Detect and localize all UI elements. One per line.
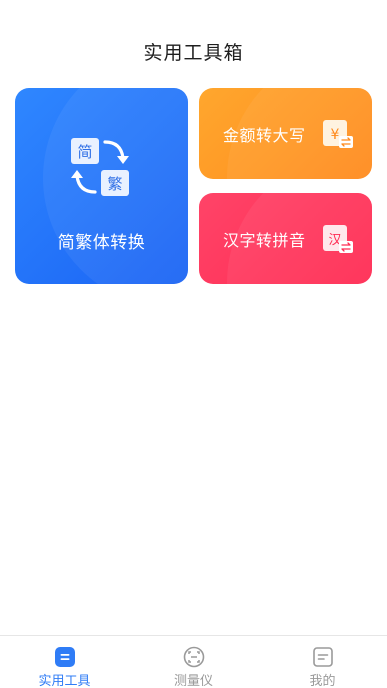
amount-uppercase-card[interactable]: 金额转大写 ¥ xyxy=(199,88,372,179)
tab-measure-label: 测量仪 xyxy=(173,674,213,688)
yen-convert-icon: ¥ xyxy=(323,120,353,148)
measure-icon xyxy=(183,646,205,668)
tab-measure[interactable]: 测量仪 xyxy=(129,636,258,688)
app-screen: 实用工具箱 简 繁 简繁体转换 金额转大写 ¥ 汉字转拼音 汉 实用工具 测量仪… xyxy=(0,0,387,688)
simplified-traditional-icon: 简 繁 xyxy=(71,138,129,196)
toolbox-icon xyxy=(55,647,75,667)
chinese-pinyin-card[interactable]: 汉字转拼音 汉 xyxy=(199,193,372,284)
simplified-traditional-label: 简繁体转换 xyxy=(57,233,146,253)
tab-tools[interactable]: 实用工具 xyxy=(0,636,129,688)
chinese-pinyin-label: 汉字转拼音 xyxy=(223,231,306,250)
simplified-glyph: 简 xyxy=(77,143,92,161)
bottom-tab-bar: 实用工具 测量仪 我的 xyxy=(0,635,387,688)
simplified-traditional-card[interactable]: 简 繁 简繁体转换 xyxy=(15,88,188,284)
tab-mine-label: 我的 xyxy=(309,674,336,688)
tab-mine[interactable]: 我的 xyxy=(258,636,387,688)
profile-icon xyxy=(313,647,333,667)
yen-glyph: ¥ xyxy=(331,127,340,143)
hanzi-convert-icon: 汉 xyxy=(323,225,353,253)
traditional-glyph: 繁 xyxy=(107,175,122,193)
page-title: 实用工具箱 xyxy=(143,42,244,64)
amount-uppercase-label: 金额转大写 xyxy=(223,126,306,145)
tab-tools-label: 实用工具 xyxy=(38,674,91,688)
